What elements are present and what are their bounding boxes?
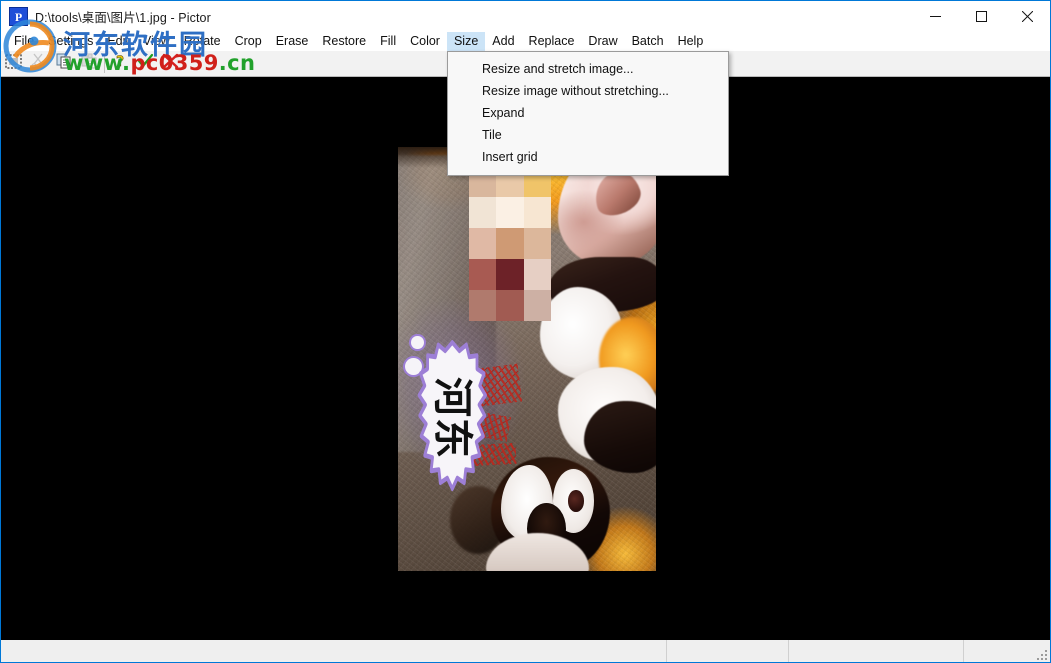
speech-bubble-body: 河东 xyxy=(417,340,488,496)
status-panel-3 xyxy=(789,640,964,662)
help-question-icon: ? xyxy=(113,53,128,74)
mosaic-cell xyxy=(496,290,524,321)
menu-item-size[interactable]: Size xyxy=(447,32,485,51)
menu-item-draw[interactable]: Draw xyxy=(581,32,624,51)
mosaic-cell xyxy=(469,290,497,321)
menu-option-tile[interactable]: Tile xyxy=(448,124,728,146)
toolbar-separator xyxy=(104,55,105,73)
close-button[interactable] xyxy=(1004,1,1050,32)
menu-item-edit[interactable]: Edit xyxy=(100,32,136,51)
loaded-image[interactable]: 河东 xyxy=(398,147,656,571)
minimize-button[interactable] xyxy=(912,1,958,32)
resize-grip-icon[interactable] xyxy=(1035,648,1047,660)
speech-bubble-text: 河东 xyxy=(432,377,472,459)
cut-scissors-icon xyxy=(31,53,46,74)
photo-mosaic-region xyxy=(469,166,552,321)
mosaic-cell xyxy=(469,197,497,228)
title-bar: P D:\tools\桌面\图片\1.jpg - Pictor xyxy=(1,1,1050,32)
mosaic-cell xyxy=(496,197,524,228)
cancel-button[interactable] xyxy=(158,52,183,76)
window-title: D:\tools\桌面\图片\1.jpg - Pictor xyxy=(35,7,211,26)
menu-item-erase[interactable]: Erase xyxy=(269,32,316,51)
cancel-cross-icon xyxy=(162,53,179,74)
menu-item-view[interactable]: View xyxy=(136,32,177,51)
maximize-button[interactable] xyxy=(958,1,1004,32)
menu-option-resize-and-stretch[interactable]: Resize and stretch image... xyxy=(448,58,728,80)
menu-item-restore[interactable]: Restore xyxy=(315,32,373,51)
mosaic-cell xyxy=(496,228,524,259)
image-content: 河东 xyxy=(398,147,656,571)
confirm-check-icon xyxy=(137,53,154,74)
status-panel-1 xyxy=(1,640,667,662)
menu-item-rotate[interactable]: Rotate xyxy=(177,32,228,51)
photo-guinea-pig-eye xyxy=(568,490,583,511)
mosaic-cell xyxy=(469,259,497,290)
menu-item-batch[interactable]: Batch xyxy=(625,32,671,51)
mosaic-cell xyxy=(524,259,552,290)
mosaic-cell xyxy=(496,259,524,290)
svg-text:?: ? xyxy=(116,54,124,69)
menu-item-file[interactable]: File xyxy=(7,32,41,51)
status-panel-4 xyxy=(964,640,1050,662)
menu-item-crop[interactable]: Crop xyxy=(228,32,269,51)
menu-item-add[interactable]: Add xyxy=(485,32,521,51)
cut-button[interactable] xyxy=(26,52,51,76)
menu-option-insert-grid[interactable]: Insert grid xyxy=(448,146,728,168)
status-panel-2 xyxy=(667,640,789,662)
menu-bar: File Settings Edit View Rotate Crop Eras… xyxy=(1,32,1050,51)
menu-item-fill[interactable]: Fill xyxy=(373,32,403,51)
help-button[interactable]: ? xyxy=(108,52,133,76)
status-bar xyxy=(1,639,1050,662)
paste-button[interactable] xyxy=(76,52,101,76)
mosaic-cell xyxy=(469,228,497,259)
mosaic-cell xyxy=(524,197,552,228)
window-controls xyxy=(912,1,1050,32)
menu-item-color[interactable]: Color xyxy=(403,32,447,51)
toolbar-group-actions: ? xyxy=(108,52,183,76)
toolbar-group-edit xyxy=(1,52,101,76)
photo-speech-bubble: 河东 xyxy=(403,334,501,504)
confirm-button[interactable] xyxy=(133,52,158,76)
menu-item-settings[interactable]: Settings xyxy=(41,32,100,51)
app-icon: P xyxy=(9,7,28,26)
menu-option-resize-without-stretching[interactable]: Resize image without stretching... xyxy=(448,80,728,102)
copy-button[interactable] xyxy=(51,52,76,76)
menu-item-help[interactable]: Help xyxy=(671,32,711,51)
menu-option-expand[interactable]: Expand xyxy=(448,102,728,124)
mosaic-cell xyxy=(524,290,552,321)
mosaic-cell xyxy=(524,228,552,259)
pictor-window: P D:\tools\桌面\图片\1.jpg - Pictor File Set… xyxy=(0,0,1051,663)
copy-icon xyxy=(56,53,72,74)
size-dropdown-menu[interactable]: Resize and stretch image... Resize image… xyxy=(447,51,729,176)
select-rectangle-icon xyxy=(5,54,22,74)
menu-item-replace[interactable]: Replace xyxy=(522,32,582,51)
select-rectangle-button[interactable] xyxy=(1,52,26,76)
paste-icon xyxy=(81,53,97,74)
